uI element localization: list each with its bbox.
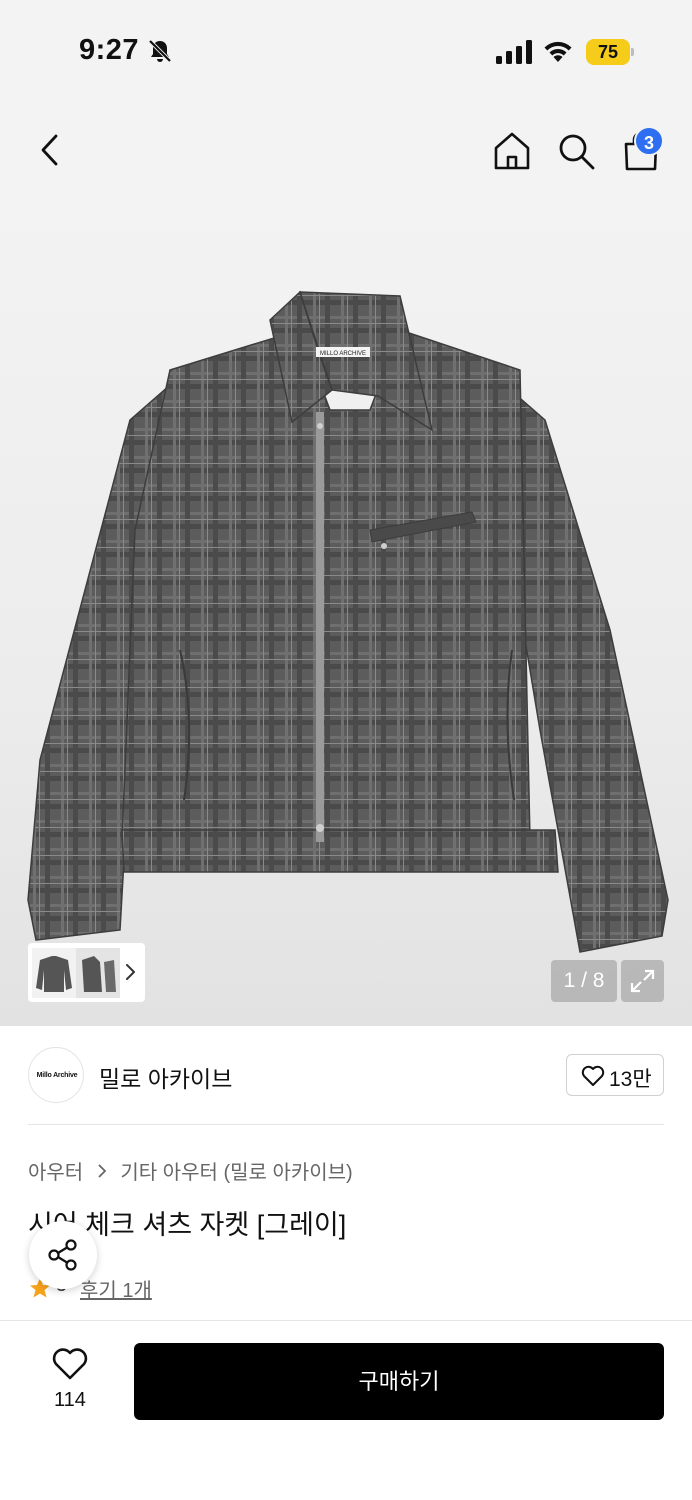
heart-icon: [581, 1065, 605, 1086]
battery-nub: [631, 48, 634, 56]
status-time: 9:27: [79, 34, 140, 66]
wishlist-count: 114: [54, 1389, 86, 1411]
breadcrumb-item-category[interactable]: 기타 아우터 (밀로 아카이브): [120, 1162, 352, 1184]
bottom-action-bar: 114 구매하기: [0, 1320, 692, 1500]
bell-slash-icon: [148, 39, 172, 63]
search-icon[interactable]: [554, 129, 598, 173]
chevron-right-icon: [98, 1163, 107, 1178]
wishlist-button[interactable]: 114: [40, 1347, 100, 1417]
expand-button[interactable]: [621, 960, 664, 1002]
expand-icon: [630, 969, 655, 993]
breadcrumb: 아우터 기타 아우터 (밀로 아카이브): [28, 1156, 353, 1184]
brand-like-button[interactable]: 13만: [566, 1054, 664, 1096]
wifi-icon: [544, 41, 572, 62]
cellular-signal-icon: [496, 40, 532, 64]
cart-count-badge: 3: [634, 126, 664, 156]
chevron-left-icon[interactable]: [30, 130, 70, 170]
chevron-right-icon[interactable]: [122, 961, 138, 983]
brand-logo-text: Millo Archive: [36, 1072, 78, 1079]
thumbnail-strip[interactable]: [28, 943, 145, 1002]
share-icon: [48, 1239, 77, 1271]
battery-level: 75: [597, 42, 619, 62]
brand-row[interactable]: Millo Archive 밀로 아카이브 13만: [0, 1026, 692, 1126]
status-bar: 9:27 75: [0, 0, 692, 100]
brand-name[interactable]: 밀로 아카이브: [99, 1060, 232, 1094]
product-gallery[interactable]: MILLO ARCHIVE 1 / 8: [0, 200, 692, 1026]
battery-icon: 75: [586, 39, 634, 65]
breadcrumb-item-outer[interactable]: 아우터: [28, 1162, 83, 1184]
thumbnail-side[interactable]: [76, 948, 120, 998]
buy-button[interactable]: 구매하기: [134, 1343, 664, 1420]
review-link[interactable]: 후기 1개: [80, 1274, 152, 1303]
home-icon[interactable]: [490, 129, 534, 173]
jacket-label-text: MILLO ARCHIVE: [320, 351, 366, 357]
page-indicator: 1 / 8: [551, 960, 617, 1002]
heart-icon: [52, 1348, 88, 1380]
top-nav: [0, 100, 692, 200]
product-image: MILLO ARCHIVE: [27, 290, 669, 953]
share-button[interactable]: [29, 1221, 97, 1289]
divider: [28, 1124, 664, 1125]
thumbnail-front[interactable]: [32, 948, 76, 998]
brand-logo[interactable]: Millo Archive: [28, 1047, 84, 1103]
brand-like-count: 13만: [609, 1068, 652, 1091]
